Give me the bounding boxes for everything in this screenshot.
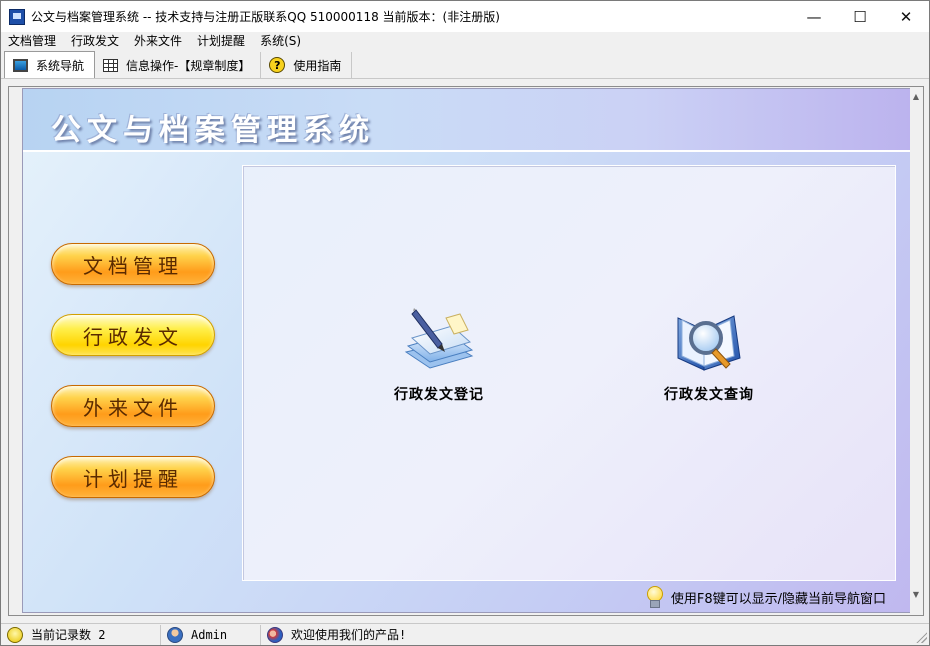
nav-button-documents[interactable]: 文档管理 [51, 243, 215, 285]
navigation-page: 公文与档案管理系统 文档管理 行政发文 外来文件 计划提醒 行政发文登记 行政发… [22, 88, 911, 613]
main-frame: 公文与档案管理系统 文档管理 行政发文 外来文件 计划提醒 行政发文登记 行政发… [8, 86, 924, 616]
people-icon [267, 626, 283, 643]
scroll-down-arrow-icon[interactable]: ▼ [910, 588, 922, 600]
title-bar: 公文与档案管理系统 -- 技术支持与注册正版联系QQ 510000118 当前版… [1, 1, 929, 32]
menu-bar: 文档管理 行政发文 外来文件 计划提醒 系统(S) [1, 32, 929, 51]
tab-label: 系统导航 [36, 58, 85, 73]
divider [23, 150, 910, 152]
menu-documents[interactable]: 文档管理 [1, 32, 64, 51]
hint-text: 使用F8键可以显示/隐藏当前导航窗口 [670, 591, 886, 607]
vertical-scrollbar[interactable]: ▲ ▼ [910, 88, 922, 613]
tab-label: 信息操作-【规章制度】 [126, 58, 251, 73]
action-dispatch-query[interactable]: 行政发文查询 [634, 304, 784, 404]
help-icon: ? [269, 57, 286, 73]
status-user: Admin [161, 624, 261, 645]
menu-plan-reminder[interactable]: 计划提醒 [190, 32, 253, 51]
nav-button-plan-reminder[interactable]: 计划提醒 [51, 456, 215, 498]
tab-system-navigation[interactable]: 系统导航 [4, 51, 96, 78]
resize-grip-icon[interactable] [915, 631, 927, 643]
user-icon [167, 626, 183, 643]
banner-title: 公文与档案管理系统 [51, 113, 375, 148]
minimize-button[interactable]: — [791, 1, 837, 32]
menu-system[interactable]: 系统(S) [253, 32, 309, 51]
window-title: 公文与档案管理系统 -- 技术支持与注册正版联系QQ 510000118 当前版… [31, 10, 500, 24]
grid-icon [103, 58, 119, 72]
shortcut-hint: 使用F8键可以显示/隐藏当前导航窗口 [645, 586, 886, 608]
banner: 公文与档案管理系统 [23, 89, 910, 152]
nav-button-incoming-files[interactable]: 外来文件 [51, 385, 215, 427]
action-label: 行政发文查询 [664, 387, 754, 403]
tab-info-operation[interactable]: 信息操作-【规章制度】 [95, 52, 262, 78]
maximize-button[interactable]: ☐ [837, 1, 883, 32]
action-dispatch-register[interactable]: 行政发文登记 [364, 304, 514, 404]
user-name: Admin [191, 627, 228, 642]
tab-toolbar: 系统导航 信息操作-【规章制度】 ? 使用指南 [1, 51, 929, 79]
window-controls: — ☐ ✕ [791, 1, 929, 32]
menu-admin-dispatch[interactable]: 行政发文 [64, 32, 127, 51]
tab-user-guide[interactable]: ? 使用指南 [261, 52, 353, 78]
action-label: 行政发文登记 [394, 387, 484, 403]
status-bar: 当前记录数 2 Admin 欢迎使用我们的产品! [1, 623, 929, 645]
nav-button-admin-dispatch[interactable]: 行政发文 [51, 314, 215, 356]
actions-panel: 行政发文登记 行政发文查询 [242, 165, 896, 581]
book-magnifier-icon [677, 315, 741, 371]
record-count-text: 当前记录数 2 [31, 628, 106, 642]
app-window: 公文与档案管理系统 -- 技术支持与注册正版联系QQ 510000118 当前版… [0, 0, 930, 646]
close-button[interactable]: ✕ [883, 1, 929, 32]
welcome-text: 欢迎使用我们的产品! [291, 628, 407, 642]
status-message: 欢迎使用我们的产品! [261, 625, 916, 645]
status-records: 当前记录数 2 [1, 624, 161, 645]
scroll-up-arrow-icon[interactable]: ▲ [910, 90, 922, 102]
record-count-icon [7, 626, 23, 643]
document-pen-icon [404, 308, 474, 369]
app-icon [9, 8, 25, 25]
tab-label: 使用指南 [293, 58, 342, 73]
menu-incoming-files[interactable]: 外来文件 [127, 32, 190, 51]
monitor-icon [13, 58, 28, 72]
lightbulb-icon [645, 586, 663, 608]
